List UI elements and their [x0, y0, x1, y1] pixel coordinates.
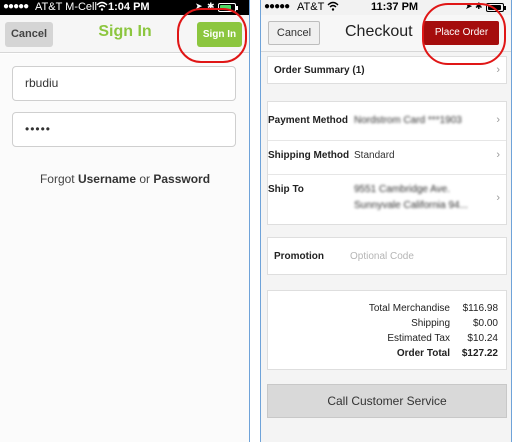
forgot-credentials: Forgot Username or Password	[0, 172, 249, 186]
ship-to-row[interactable]: Ship To 9551 Cambridge Ave. Sunnyvale Ca…	[268, 176, 506, 224]
order-summary-label: Order Summary (1)	[274, 65, 365, 76]
shipping-label: Shipping	[411, 318, 450, 329]
status-time: 11:37 PM	[371, 1, 419, 13]
checkout-screen: ●●●●● AT&T 11:37 PM ➤ ✱ Cancel Checkout …	[260, 0, 512, 442]
ship-to-label: Ship To	[268, 184, 304, 195]
chevron-right-icon: ›	[496, 114, 500, 126]
signal-strength-icon: ●●●●●	[3, 1, 29, 12]
promo-code-input[interactable]: Optional Code	[350, 251, 414, 262]
order-total-value: $127.22	[461, 348, 498, 359]
cancel-button[interactable]: Cancel	[268, 21, 320, 45]
highlight-oval	[177, 8, 247, 63]
chevron-right-icon: ›	[496, 149, 500, 161]
order-total-label: Order Total	[396, 348, 450, 359]
payment-method-value: Nordstrom Card ***1903	[354, 115, 462, 126]
payment-method-row[interactable]: Payment Method Nordstrom Card ***1903 ›	[268, 102, 506, 132]
estimated-tax-label: Estimated Tax	[387, 333, 450, 344]
total-merchandise-label: Total Merchandise	[368, 303, 450, 314]
status-time: 1:04 PM	[108, 1, 150, 13]
shipping-row: Shipping $0.00	[268, 318, 506, 332]
order-total-row: Order Total $127.22	[268, 348, 506, 362]
divider	[268, 140, 506, 141]
wifi-icon	[96, 0, 108, 15]
divider	[268, 174, 506, 175]
signal-strength-icon: ●●●●●	[264, 1, 290, 12]
promotion-label: Promotion	[274, 251, 324, 262]
signin-screen: ●●●●● AT&T M-Cell 1:04 PM ➤ ✱ Cancel Sig…	[0, 0, 250, 442]
page-title: Checkout	[345, 23, 413, 40]
username-field[interactable]: rbudiu	[12, 66, 236, 101]
payment-method-label: Payment Method	[268, 115, 349, 126]
forgot-password-link[interactable]: Password	[153, 172, 210, 186]
highlight-oval	[422, 3, 506, 65]
signin-form: rbudiu ••••• Forgot Username or Password	[0, 54, 249, 442]
forgot-prefix: Forgot	[39, 172, 75, 186]
carrier-name: AT&T M-Cell	[35, 1, 97, 13]
checkout-details: Payment Method Nordstrom Card ***1903 › …	[267, 101, 507, 225]
password-field[interactable]: •••••	[12, 112, 236, 147]
page-title: Sign In	[98, 23, 152, 40]
total-merchandise-row: Total Merchandise $116.98	[268, 303, 506, 317]
estimated-tax-value: $10.24	[467, 333, 498, 344]
wifi-icon	[327, 0, 339, 15]
ship-to-address-line1: 9551 Cambridge Ave.	[354, 184, 450, 195]
chevron-right-icon: ›	[496, 64, 500, 76]
forgot-username-link[interactable]: Username	[78, 172, 136, 186]
ship-to-address-line2: Sunnyvale California 94...	[354, 200, 468, 211]
cancel-button[interactable]: Cancel	[5, 22, 53, 47]
total-merchandise-value: $116.98	[462, 303, 498, 314]
shipping-method-value: Standard	[354, 150, 395, 161]
order-totals: Total Merchandise $116.98 Shipping $0.00…	[267, 290, 507, 370]
call-customer-service-button[interactable]: Call Customer Service	[267, 384, 507, 418]
shipping-method-row[interactable]: Shipping Method Standard ›	[268, 142, 506, 172]
shipping-method-label: Shipping Method	[268, 150, 350, 161]
carrier-name: AT&T	[297, 1, 325, 13]
estimated-tax-row: Estimated Tax $10.24	[268, 333, 506, 347]
forgot-or: or	[139, 172, 151, 186]
shipping-value: $0.00	[472, 318, 498, 329]
chevron-right-icon: ›	[496, 192, 500, 204]
promotion-row: Promotion Optional Code	[267, 237, 507, 275]
